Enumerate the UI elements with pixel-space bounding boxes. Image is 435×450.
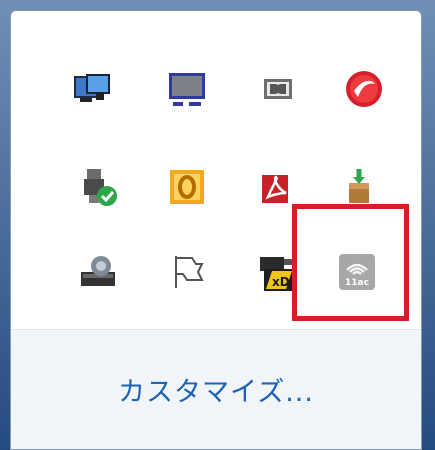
tray-icon-grid: xD 11ac (11, 11, 421, 329)
dolby-icon[interactable] (250, 61, 306, 117)
notification-overflow-panel: xD 11ac カスタマイズ... (10, 10, 422, 450)
outlook-icon[interactable] (159, 159, 215, 215)
flag-icon[interactable] (159, 244, 215, 300)
usb-safe-remove-icon[interactable] (71, 159, 127, 215)
customize-link[interactable]: カスタマイズ... (11, 370, 421, 409)
selection-highlight-box (292, 204, 409, 321)
svg-text:xD: xD (272, 275, 290, 289)
storage-drive-icon[interactable] (71, 244, 127, 300)
taskbar-frame: xD 11ac カスタマイズ... (0, 0, 435, 450)
trend-micro-icon[interactable] (336, 61, 392, 117)
network-monitor-icon[interactable] (64, 61, 120, 117)
panel-footer: カスタマイズ... (11, 330, 421, 449)
display-icon[interactable] (159, 61, 215, 117)
